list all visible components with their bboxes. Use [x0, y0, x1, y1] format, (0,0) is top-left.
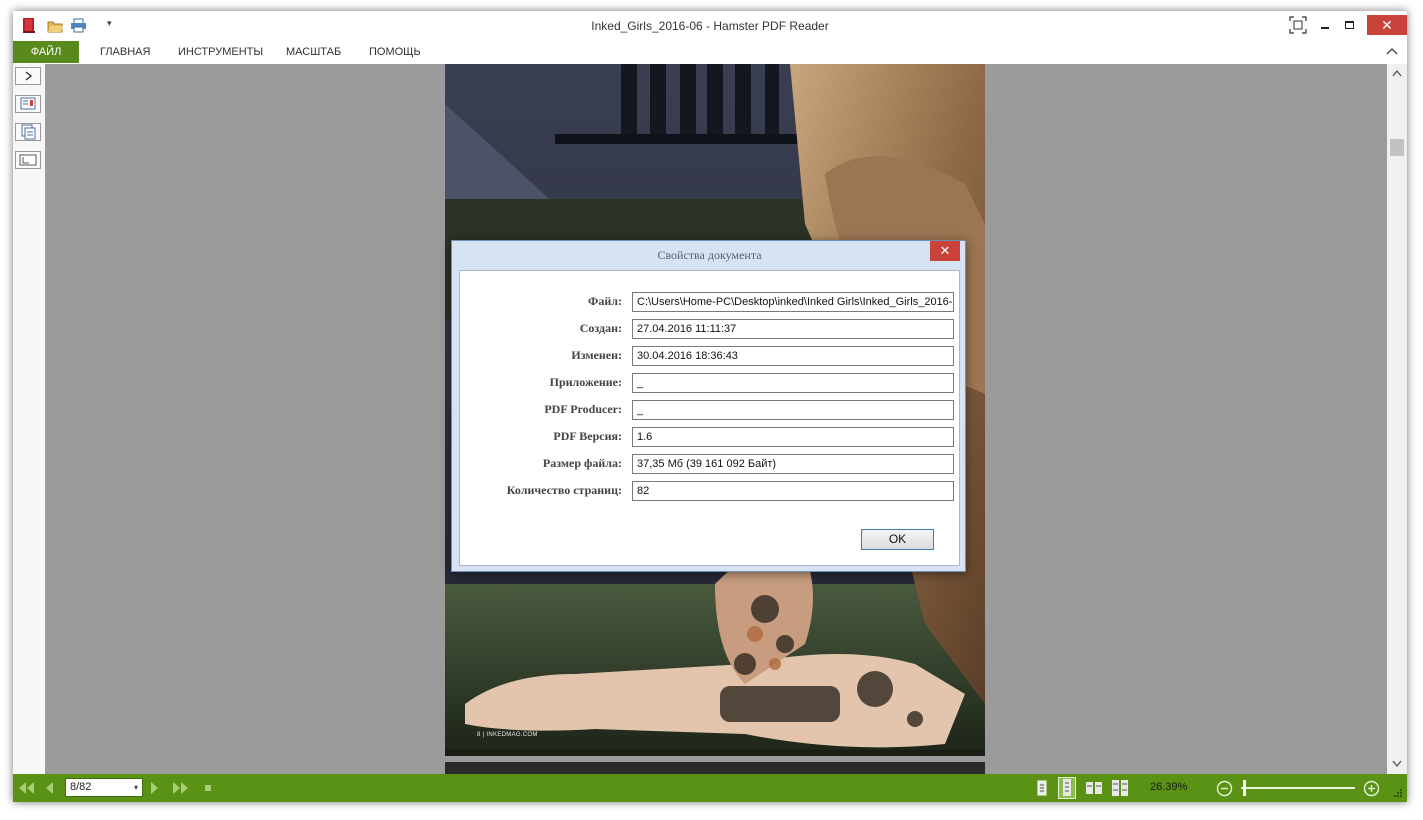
file-size-field[interactable]: 37,35 Мб (39 161 092 Байт) — [632, 454, 954, 474]
page-number-value: 8/82 — [70, 781, 92, 793]
scroll-thumb[interactable] — [1390, 139, 1404, 156]
last-page-icon[interactable] — [171, 780, 191, 796]
app-window: ▾ Inked_Girls_2016-06 - Hamster PDF Read… — [13, 11, 1407, 802]
stop-icon[interactable] — [205, 785, 211, 791]
chevron-right-icon — [25, 71, 33, 81]
layers-icon — [19, 154, 37, 166]
next-pdf-page — [445, 762, 985, 774]
pdf-producer-field[interactable]: _ — [632, 400, 954, 420]
pdf-producer-label: PDF Producer: — [544, 402, 622, 416]
side-panel — [13, 64, 46, 774]
ribbon-tabs: ФАЙЛ ГЛАВНАЯ ИНСТРУМЕНТЫ МАСШТАБ ПОМОЩЬ — [13, 41, 1407, 64]
bookmarks-panel-button[interactable] — [15, 95, 41, 113]
single-page-view-icon[interactable] — [1035, 780, 1049, 797]
zoom-slider-track[interactable] — [1241, 787, 1355, 789]
status-bar: 8/82 ▾ 26.39% — [13, 774, 1407, 802]
pages-icon — [21, 124, 36, 140]
ok-button[interactable]: OK — [861, 529, 934, 550]
file-size-label: Размер файла: — [542, 456, 622, 470]
page-folio: 8 | INKEDMAG.COM — [477, 732, 538, 738]
zoom-level: 26.39% — [1150, 781, 1188, 793]
thumbnails-panel-button[interactable] — [15, 123, 41, 141]
expand-panel-button[interactable] — [15, 67, 41, 85]
resize-grip-icon[interactable] — [1393, 788, 1403, 798]
page-count-label: Количество страниц: — [506, 483, 622, 497]
zoom-slider-thumb[interactable] — [1243, 780, 1247, 796]
continuous-view-button[interactable] — [1058, 777, 1076, 799]
tab-zoom[interactable]: МАСШТАБ — [286, 41, 341, 63]
document-properties-dialog: Свойства документа ✕ Файл: C:\Users\Home… — [451, 240, 966, 572]
vertical-scrollbar[interactable] — [1387, 64, 1407, 774]
dialog-body: Файл: C:\Users\Home-PC\Desktop\inked\Ink… — [459, 270, 960, 566]
first-page-icon[interactable] — [17, 780, 35, 796]
zoom-in-icon[interactable] — [1363, 780, 1380, 797]
tab-home[interactable]: ГЛАВНАЯ — [100, 41, 150, 63]
dialog-title: Свойства документа — [657, 248, 762, 262]
scroll-up-icon[interactable] — [1392, 69, 1402, 77]
dialog-close-button[interactable]: ✕ — [930, 241, 960, 261]
modified-label: Изменен: — [571, 348, 622, 362]
file-path-field[interactable]: C:\Users\Home-PC\Desktop\inked\Inked Gir… — [632, 292, 954, 312]
page-dropdown-icon[interactable]: ▾ — [134, 779, 138, 796]
minimize-button[interactable] — [1314, 15, 1336, 36]
modified-field[interactable]: 30.04.2016 18:36:43 — [632, 346, 954, 366]
created-field[interactable]: 27.04.2016 11:11:37 — [632, 319, 954, 339]
created-label: Создан: — [579, 321, 622, 335]
next-page-icon[interactable] — [149, 780, 161, 796]
scroll-down-icon[interactable] — [1392, 760, 1402, 768]
pdf-version-field[interactable]: 1.6 — [632, 427, 954, 447]
tab-file[interactable]: ФАЙЛ — [13, 41, 79, 63]
bookmarks-icon — [20, 97, 36, 110]
application-field[interactable]: _ — [632, 373, 954, 393]
page-number-input[interactable]: 8/82 ▾ — [65, 778, 143, 797]
page-count-field[interactable]: 82 — [632, 481, 954, 501]
title-bar: ▾ Inked_Girls_2016-06 - Hamster PDF Read… — [13, 11, 1407, 41]
continuous-view-icon — [1063, 779, 1071, 796]
collapse-ribbon-icon[interactable] — [1386, 46, 1398, 56]
tab-help[interactable]: ПОМОЩЬ — [369, 41, 421, 63]
two-page-view-icon[interactable] — [1085, 780, 1103, 797]
fullscreen-icon[interactable] — [1288, 15, 1308, 36]
close-icon: ✕ — [939, 243, 951, 258]
close-window-button[interactable]: ✕ — [1367, 15, 1407, 35]
tab-tools[interactable]: ИНСТРУМЕНТЫ — [178, 41, 263, 63]
two-page-continuous-icon[interactable] — [1111, 779, 1129, 798]
zoom-out-icon[interactable] — [1216, 780, 1233, 797]
pdf-version-label: PDF Версия: — [553, 429, 622, 443]
application-label: Приложение: — [549, 375, 622, 389]
annotations-panel-button[interactable] — [15, 151, 41, 169]
previous-page-icon[interactable] — [43, 780, 55, 796]
maximize-button[interactable] — [1339, 15, 1361, 36]
file-label: Файл: — [588, 294, 622, 308]
window-title: Inked_Girls_2016-06 - Hamster PDF Reader — [591, 19, 829, 33]
